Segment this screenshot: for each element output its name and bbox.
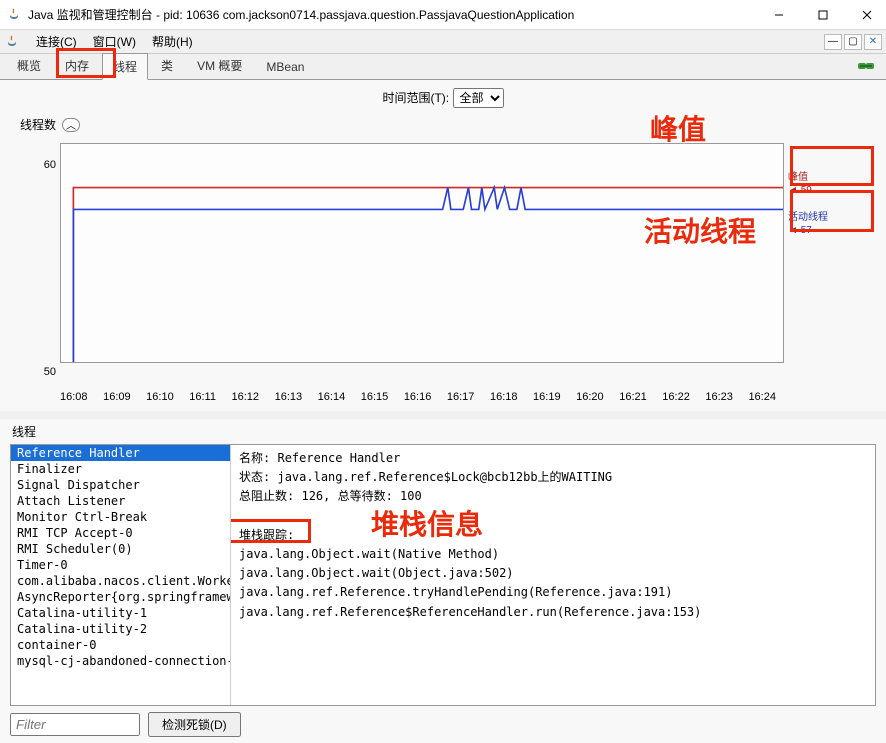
tab-mbean[interactable]: MBean — [255, 55, 315, 79]
list-item[interactable]: Timer-0 — [11, 557, 230, 573]
tab-classes[interactable]: 类 — [150, 52, 184, 79]
menu-help[interactable]: 帮助(H) — [144, 31, 201, 52]
thread-detail: 名称: Reference Handler 状态: java.lang.ref.… — [231, 445, 875, 705]
detail-blocked-label: 总阻止数: — [239, 489, 294, 503]
detail-name-label: 名称: — [239, 451, 270, 465]
chart-area: 线程数 ︿ 60 50 峰值 ◄ 59 活动线程 ◄ 57 — [0, 112, 886, 411]
thread-header: 线程 — [10, 421, 876, 444]
menu-connect[interactable]: 连接(C) — [28, 31, 85, 52]
mdi-minimize-button[interactable]: — — [824, 34, 842, 50]
filter-input[interactable] — [10, 713, 140, 736]
detail-blocked-value: 126, 总等待数: 100 — [301, 489, 421, 503]
stack-line: java.lang.ref.Reference.tryHandlePending… — [239, 583, 867, 602]
stack-line: java.lang.Object.wait(Object.java:502) — [239, 564, 867, 583]
minimize-button[interactable] — [766, 5, 792, 25]
list-item[interactable]: Monitor Ctrl-Break — [11, 509, 230, 525]
chart-collapse-button[interactable]: ︿ — [62, 118, 80, 132]
thread-body: Reference Handler Finalizer Signal Dispa… — [10, 444, 876, 706]
detect-deadlock-button[interactable]: 检测死锁(D) — [148, 712, 241, 737]
list-item[interactable]: Finalizer — [11, 461, 230, 477]
maximize-button[interactable] — [810, 5, 836, 25]
list-item[interactable]: container-0 — [11, 637, 230, 653]
list-item[interactable]: Catalina-utility-1 — [11, 605, 230, 621]
java-icon — [4, 34, 20, 50]
legend-peak-label: 峰值 — [788, 172, 808, 183]
titlebar: Java 监视和管理控制台 - pid: 10636 com.jackson07… — [0, 0, 886, 30]
y-axis: 60 50 — [20, 135, 60, 387]
java-icon — [6, 7, 22, 23]
detail-state-label: 状态: — [239, 470, 270, 484]
legend-live-label: 活动线程 — [788, 212, 828, 223]
splitter[interactable] — [0, 411, 886, 419]
chart-plot — [60, 143, 784, 363]
stack-line: java.lang.ref.Reference$ReferenceHandler… — [239, 603, 867, 622]
detail-name-value: Reference Handler — [277, 451, 400, 465]
thread-section: 线程 Reference Handler Finalizer Signal Di… — [0, 419, 886, 743]
mdi-maximize-button[interactable]: ▢ — [844, 34, 862, 50]
menu-window[interactable]: 窗口(W) — [85, 31, 144, 52]
chart-title: 线程数 — [20, 116, 56, 133]
detail-state-value: java.lang.ref.Reference$Lock@bcb12bb上的WA… — [277, 470, 612, 484]
list-item[interactable]: com.alibaba.nacos.client.Worke — [11, 573, 230, 589]
x-axis: 16:0816:0916:1016:1116:1216:1316:1416:15… — [20, 391, 866, 403]
list-item[interactable]: mysql-cj-abandoned-connection- — [11, 653, 230, 669]
chart-legend: 峰值 ◄ 59 活动线程 ◄ 57 — [784, 135, 866, 387]
tabstrip: 概览 内存 线程 类 VM 概要 MBean — [0, 54, 886, 80]
menubar: 连接(C) 窗口(W) 帮助(H) — ▢ ✕ — [0, 30, 886, 54]
time-range-select[interactable]: 全部 — [453, 88, 504, 108]
legend-live-value: 57 — [801, 225, 812, 236]
list-item[interactable]: RMI TCP Accept-0 — [11, 525, 230, 541]
filter-row: 检测死锁(D) — [10, 706, 876, 737]
mdi-close-button[interactable]: ✕ — [864, 34, 882, 50]
detail-stack-label: 堆栈跟踪: — [239, 528, 294, 542]
list-item[interactable]: Signal Dispatcher — [11, 477, 230, 493]
thread-list[interactable]: Reference Handler Finalizer Signal Dispa… — [11, 445, 231, 705]
tab-vmsummary[interactable]: VM 概要 — [186, 52, 253, 79]
time-range-label: 时间范围(T): — [382, 91, 449, 105]
list-item[interactable]: Reference Handler — [11, 445, 230, 461]
time-range-row: 时间范围(T): 全部 — [0, 80, 886, 112]
tab-threads[interactable]: 线程 — [102, 53, 148, 80]
tab-memory[interactable]: 内存 — [54, 52, 100, 79]
window-title: Java 监视和管理控制台 - pid: 10636 com.jackson07… — [28, 6, 766, 23]
list-item[interactable]: AsyncReporter{org.springframew — [11, 589, 230, 605]
list-item[interactable]: Attach Listener — [11, 493, 230, 509]
stack-line: java.lang.Object.wait(Native Method) — [239, 545, 867, 564]
connected-icon — [856, 58, 876, 77]
tab-overview[interactable]: 概览 — [6, 52, 52, 79]
legend-peak-value: 59 — [801, 185, 812, 196]
window-controls — [766, 5, 880, 25]
close-button[interactable] — [854, 5, 880, 25]
list-item[interactable]: RMI Scheduler(0) — [11, 541, 230, 557]
list-item[interactable]: Catalina-utility-2 — [11, 621, 230, 637]
